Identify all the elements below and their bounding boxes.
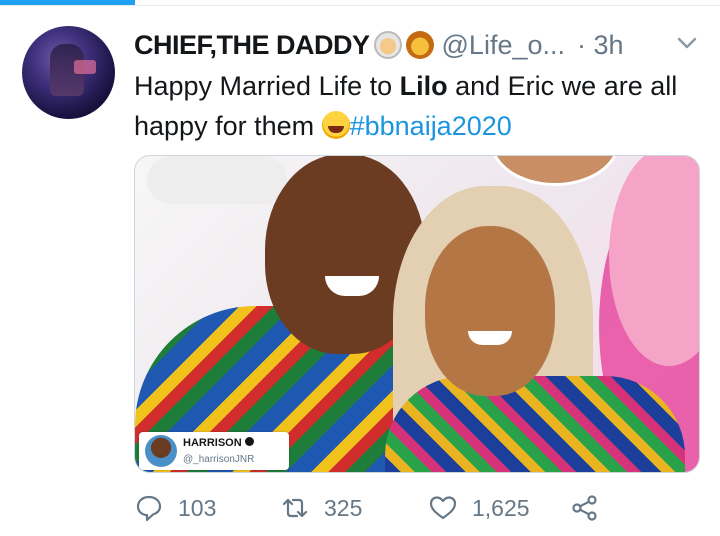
separator-dot: ·	[577, 29, 586, 60]
hashtag-link[interactable]: #bbnaija2020	[350, 111, 512, 141]
tweet-text-part1: Happy Married Life to	[134, 71, 400, 101]
photo-woman-face	[425, 226, 555, 396]
laughing-face-emoji-icon	[321, 111, 350, 139]
lion-emoji-icon	[405, 31, 434, 59]
avatar[interactable]	[22, 26, 115, 119]
share-icon	[572, 495, 597, 521]
credit-avatar	[145, 435, 177, 467]
share-button[interactable]	[570, 490, 600, 526]
image-credit-badge: HARRISON @_harrisonJNR	[139, 432, 289, 470]
retweet-arrows-icon	[282, 498, 308, 518]
retweet-count: 325	[324, 494, 363, 521]
credit-handle: @_harrisonJNR	[183, 454, 255, 465]
display-name[interactable]: CHIEF,THE DADDY	[134, 30, 370, 61]
reply-count: 103	[178, 494, 217, 521]
tweet-actions: 103 325 1,625	[134, 490, 714, 530]
tweet-media-image[interactable]: HARRISON @_harrisonJNR	[134, 155, 700, 473]
like-button[interactable]: 1,625	[428, 490, 530, 526]
retweet-button[interactable]: 325	[280, 490, 362, 526]
divider	[0, 5, 720, 6]
timestamp[interactable]: · 3h	[577, 30, 624, 61]
photo-woman-outfit	[385, 376, 685, 472]
reply-button[interactable]: 103	[134, 490, 216, 526]
time-label: 3h	[593, 29, 624, 60]
tweet-text: Happy Married Life to Lilo and Eric we a…	[134, 66, 704, 146]
tweet-header: CHIEF,THE DADDY @Life_o... · 3h	[134, 27, 624, 63]
old-man-emoji-icon	[373, 31, 402, 59]
heart-icon	[429, 496, 457, 520]
chevron-down-icon[interactable]	[676, 34, 698, 52]
credit-name: HARRISON	[183, 437, 242, 449]
like-count: 1,625	[472, 494, 530, 521]
speech-bubble-icon	[136, 495, 162, 522]
verified-badge-icon	[244, 437, 254, 446]
mention-lilo: Lilo	[399, 71, 448, 101]
user-handle[interactable]: @Life_o...	[442, 30, 565, 61]
